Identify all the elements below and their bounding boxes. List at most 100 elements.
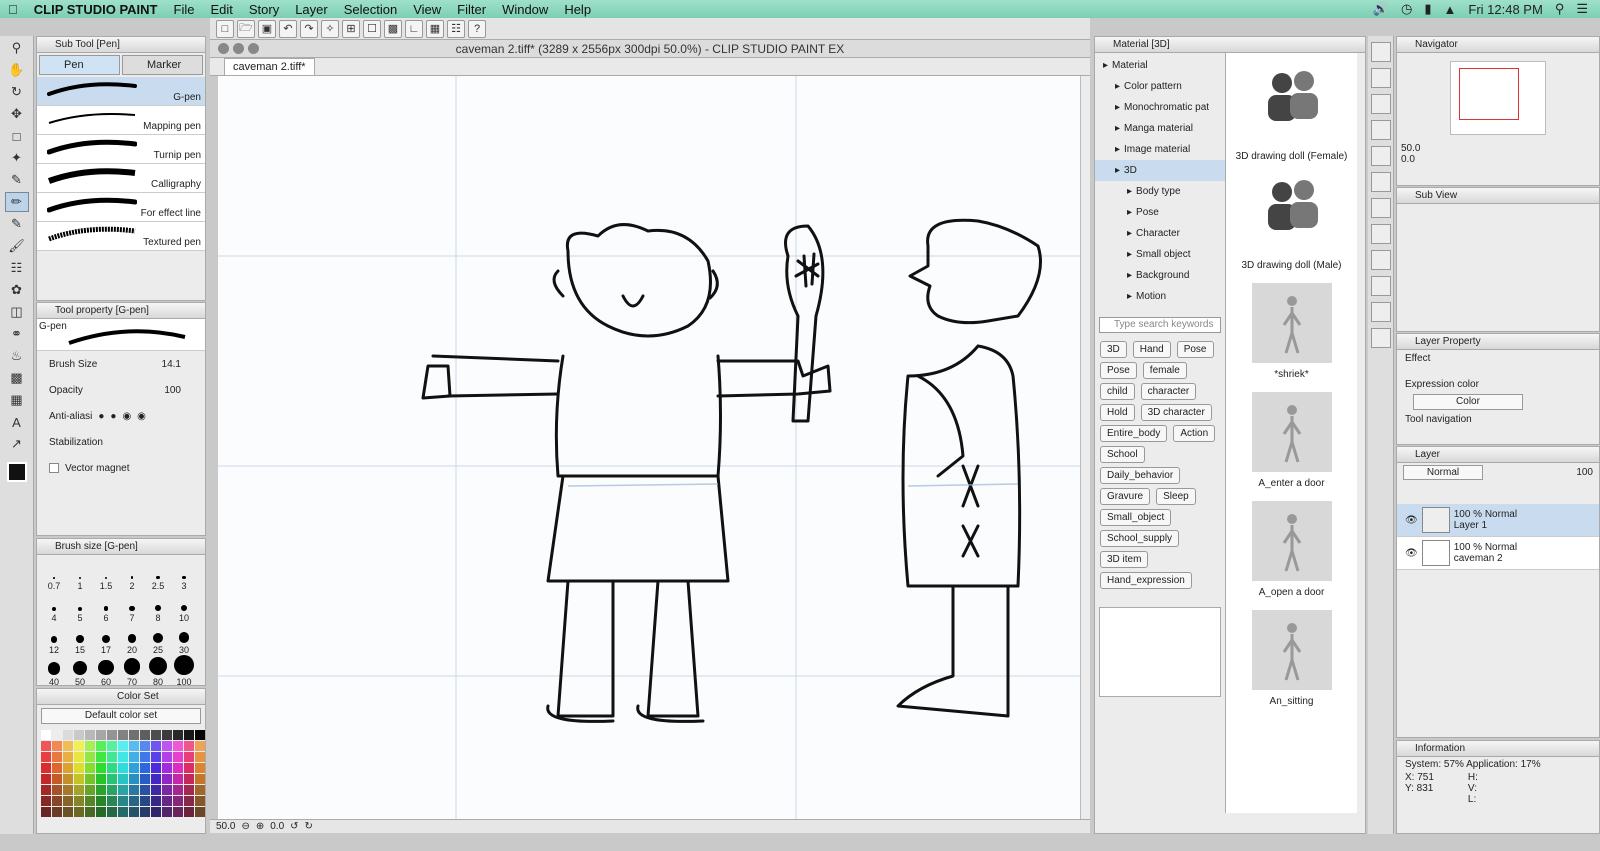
expand-arrow-icon[interactable]: ▸ — [1127, 228, 1132, 239]
pen-tool-icon[interactable]: ✏ — [4, 192, 29, 212]
notification-icon[interactable]: ☰ — [1576, 1, 1588, 17]
color-swatch[interactable] — [118, 796, 128, 806]
navigator-rotation[interactable]: 0.0 — [1397, 154, 1599, 165]
color-swatch[interactable] — [173, 763, 183, 773]
zoom-tool-icon[interactable]: ⚲ — [5, 38, 29, 58]
airbrush-tool-icon[interactable]: ☷ — [5, 258, 29, 278]
color-swatch[interactable] — [151, 774, 161, 784]
color-swatch[interactable] — [140, 730, 150, 740]
color-swatch[interactable] — [96, 730, 106, 740]
tab-marker[interactable]: Marker — [122, 55, 203, 75]
material-tag[interactable]: School_supply — [1100, 530, 1180, 547]
expand-arrow-icon[interactable]: ▸ — [1127, 207, 1132, 218]
balloon-tool-icon[interactable]: ↗ — [5, 434, 29, 454]
brush-textured-pen[interactable]: Textured pen — [37, 222, 205, 251]
color-swatch[interactable] — [195, 730, 205, 740]
zoom-value[interactable]: 50.0 — [216, 821, 235, 832]
redo-icon[interactable]: ↷ — [300, 19, 318, 38]
grid-icon[interactable]: ☷ — [447, 19, 465, 38]
material-tree-item[interactable]: ▸ Material — [1095, 55, 1225, 76]
layer-row[interactable]: 👁 100 % Normal caveman 2 — [1397, 537, 1599, 570]
color-swatch[interactable] — [118, 752, 128, 762]
color-swatch[interactable] — [118, 774, 128, 784]
zoom-window-icon[interactable] — [248, 43, 259, 54]
material-tag[interactable]: 3D item — [1100, 551, 1149, 568]
navigator-zoom[interactable]: 50.0 — [1397, 143, 1599, 154]
color-swatch[interactable] — [162, 741, 172, 751]
color-swatch[interactable] — [173, 796, 183, 806]
material-panel-icon-8[interactable] — [1370, 224, 1391, 244]
blend-tool-icon[interactable]: ⚭ — [5, 324, 29, 344]
color-swatch[interactable] — [41, 774, 51, 784]
navigator-view-frame[interactable] — [1459, 68, 1519, 120]
antialias-options[interactable]: ●●◉◉ — [98, 411, 152, 422]
brush-turnip-pen[interactable]: Turnip pen — [37, 135, 205, 164]
brush-size-option[interactable]: 1.5 — [93, 559, 119, 591]
pencil-tool-icon[interactable]: ✎ — [5, 214, 29, 234]
menu-story[interactable]: Story — [241, 2, 287, 17]
new-file-icon[interactable]: □ — [216, 19, 234, 38]
color-swatch[interactable] — [195, 752, 205, 762]
color-swatch[interactable] — [74, 807, 84, 817]
auto-select-tool-icon[interactable]: ✦ — [5, 148, 29, 168]
color-swatch[interactable] — [173, 774, 183, 784]
material-panel-icon-6[interactable] — [1370, 172, 1391, 192]
material-tag[interactable]: School — [1100, 446, 1145, 463]
material-tree-item[interactable]: ▸ Background — [1095, 265, 1225, 286]
color-swatch[interactable] — [74, 763, 84, 773]
color-swatch[interactable] — [107, 774, 117, 784]
color-swatch[interactable] — [85, 796, 95, 806]
brush-size-option[interactable]: 5 — [67, 591, 93, 623]
color-swatch[interactable] — [173, 752, 183, 762]
material-panel-icon-9[interactable] — [1370, 250, 1391, 270]
color-swatch[interactable] — [52, 807, 62, 817]
undo-icon[interactable]: ↶ — [279, 19, 297, 38]
material-tag[interactable]: Hold — [1100, 404, 1135, 421]
color-swatch[interactable] — [96, 796, 106, 806]
layer-opacity-value[interactable]: 100 — [1576, 467, 1593, 478]
material-tag[interactable]: Pose — [1176, 341, 1214, 358]
color-swatch[interactable] — [63, 785, 73, 795]
color-swatch[interactable] — [85, 730, 95, 740]
brush-size-option[interactable]: 2 — [119, 559, 145, 591]
color-swatch[interactable] — [184, 741, 194, 751]
color-swatch[interactable] — [107, 807, 117, 817]
color-swatch[interactable] — [140, 796, 150, 806]
menu-file[interactable]: File — [166, 2, 203, 17]
color-swatch[interactable] — [107, 796, 117, 806]
color-swatch[interactable] — [96, 807, 106, 817]
color-swatch[interactable] — [173, 730, 183, 740]
expand-arrow-icon[interactable]: ▸ — [1103, 60, 1108, 71]
color-swatch[interactable] — [41, 763, 51, 773]
canvas-vertical-scrollbar[interactable] — [1080, 76, 1090, 819]
tab-pen[interactable]: Pen — [39, 55, 120, 75]
color-swatch[interactable] — [107, 730, 117, 740]
material-tag[interactable]: Action — [1173, 425, 1216, 442]
text-tool-icon[interactable]: A — [5, 412, 29, 432]
color-set-select[interactable]: Default color set — [41, 708, 201, 724]
crop-icon[interactable]: ⊞ — [342, 19, 360, 38]
color-swatch[interactable] — [184, 807, 194, 817]
material-thumbnail[interactable] — [1251, 610, 1332, 690]
color-swatch[interactable] — [52, 730, 62, 740]
material-tag[interactable]: child — [1100, 383, 1135, 400]
color-swatch[interactable] — [129, 785, 139, 795]
vector-magnet-checkbox[interactable] — [49, 463, 59, 473]
expand-arrow-icon[interactable]: ▸ — [1115, 123, 1120, 134]
color-swatch[interactable] — [41, 730, 51, 740]
material-tree-item[interactable]: ▸ Color pattern — [1095, 76, 1225, 97]
brush-mapping-pen[interactable]: Mapping pen — [37, 106, 205, 135]
color-swatch[interactable] — [162, 763, 172, 773]
brush-size-option[interactable]: 100 — [171, 655, 197, 687]
color-swatch[interactable] — [173, 785, 183, 795]
menu-layer[interactable]: Layer — [287, 2, 336, 17]
material-tag[interactable]: 3D character — [1140, 404, 1212, 421]
color-swatch[interactable] — [107, 752, 117, 762]
brush-size-option[interactable]: 60 — [93, 655, 119, 687]
color-swatch[interactable] — [85, 752, 95, 762]
color-swatch[interactable] — [52, 763, 62, 773]
brush-effect-line[interactable]: For effect line — [37, 193, 205, 222]
color-swatch[interactable] — [63, 730, 73, 740]
color-swatch[interactable] — [74, 752, 84, 762]
visibility-eye-icon[interactable]: 👁 — [1405, 515, 1418, 526]
